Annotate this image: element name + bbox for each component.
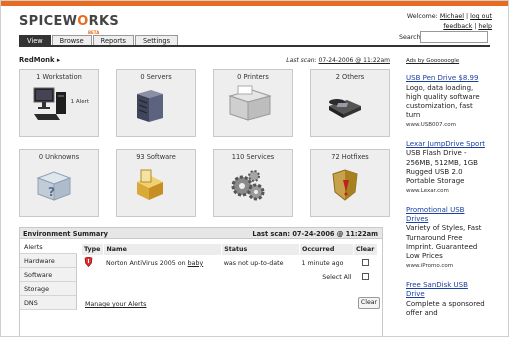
tile-workstation[interactable]: 1 Workstation 1 Alert — [19, 69, 99, 137]
ad-item: USB Pen Drive $8.99 Logo, data loading, … — [406, 74, 486, 130]
sidebar-item-alerts[interactable]: Alerts — [20, 240, 77, 254]
tab-browse[interactable]: Browse — [51, 35, 92, 45]
user-name-link[interactable]: Michael — [440, 13, 464, 20]
alert-clear-cell — [353, 255, 377, 271]
col-type: Type — [82, 244, 105, 255]
help-link[interactable]: help — [478, 23, 492, 30]
gears-icon — [231, 170, 265, 201]
ad-title[interactable]: Promotional USB Drives — [406, 206, 486, 225]
last-scan-link[interactable]: 07-24-2006 @ 11:22am — [319, 57, 391, 64]
shield-icon — [332, 169, 358, 201]
search-input[interactable] — [420, 31, 488, 43]
ads-header[interactable]: Ads by Goooooogle — [406, 57, 486, 66]
alerts-table: Type Name Status Occurred Clear Norton A… — [82, 244, 379, 284]
select-all-label: Select All — [322, 274, 352, 281]
breadcrumb[interactable]: RedMonk ▸ — [19, 56, 60, 64]
tile-software[interactable]: 93 Software — [116, 149, 196, 217]
printer-icon — [228, 85, 272, 121]
alert-device-link[interactable]: baby — [188, 260, 204, 267]
col-status: Status — [221, 244, 301, 255]
tab-underline — [19, 45, 490, 47]
ad-body: USB Flash Drive - 256MB, 512MB, 1GB Rugg… — [406, 149, 478, 186]
tab-view[interactable]: View — [19, 35, 51, 45]
alert-shield-icon — [84, 256, 93, 267]
tile-unknowns[interactable]: 0 Unknowns ? — [19, 149, 99, 217]
sidebar-item-software[interactable]: Software — [20, 268, 77, 282]
tile-servers[interactable]: 0 Servers — [116, 69, 196, 137]
unknown-box-icon: ? — [36, 171, 72, 201]
tab-reports[interactable]: Reports — [92, 35, 134, 45]
sidebar-item-storage[interactable]: Storage — [20, 282, 77, 296]
col-occurred: Occurred — [299, 244, 354, 255]
workstation-icon — [33, 87, 66, 120]
env-title: Environment Summary — [23, 230, 108, 238]
select-all-row: Select All — [82, 271, 378, 284]
feedback-link[interactable]: feedback — [443, 23, 472, 30]
tile-others[interactable]: 2 Others — [310, 69, 390, 137]
env-sidebar: Alerts Hardware Software Storage DNS — [20, 240, 77, 310]
clear-button[interactable]: Clear — [358, 297, 380, 309]
welcome-label: Welcome: — [406, 13, 438, 20]
main-tabs: View Browse Reports Settings — [19, 35, 179, 45]
last-scan: Last scan: 07-24-2006 @ 11:22am — [286, 57, 390, 64]
spiceworks-logo[interactable]: SPICEWORKS BETA — [19, 14, 119, 35]
ad-item: Lexar JumpDrive Sport USB Flash Drive - … — [406, 140, 486, 196]
spiceworks-window: SPICEWORKS BETA Welcome: Michael | log ou… — [0, 0, 509, 337]
tab-settings[interactable]: Settings — [134, 35, 179, 45]
server-icon — [137, 90, 163, 122]
svg-text:?: ? — [48, 185, 55, 199]
alert-name: Norton AntiVirus 2005 on baby — [105, 259, 204, 267]
tile-printers[interactable]: 0 Printers — [213, 69, 293, 137]
sidebar-item-hardware[interactable]: Hardware — [20, 254, 77, 268]
top-accent-bar — [1, 1, 508, 6]
ad-body: Logo, data loading, high quality softwar… — [406, 83, 480, 120]
alert-occurred: 1 minute ago — [301, 259, 344, 267]
clear-checkbox[interactable] — [361, 258, 369, 266]
sidebar-item-dns[interactable]: DNS — [20, 296, 77, 310]
ad-body: Variety of Styles, Fast Turnaround Free … — [406, 224, 482, 261]
phone-icon — [329, 99, 361, 118]
manage-alerts-link[interactable]: Manage your Alerts — [85, 301, 146, 308]
logout-link[interactable]: log out — [470, 13, 492, 20]
env-header: Environment Summary Last scan: 07-24-200… — [20, 228, 382, 239]
tile-hotfixes[interactable]: 72 Hotfixes — [310, 149, 390, 217]
ad-url[interactable]: www.USB007.com — [406, 121, 486, 130]
ad-item: Promotional USB Drives Variety of Styles… — [406, 206, 486, 271]
alerts-table-wrap: Type Name Status Occurred Clear Norton A… — [82, 244, 379, 284]
user-box: Welcome: Michael | log out feedback | he… — [406, 13, 492, 30]
environment-summary-panel: Environment Summary Last scan: 07-24-200… — [19, 227, 383, 336]
alert-status: was not up-to-date — [223, 259, 284, 267]
col-name: Name — [103, 244, 223, 255]
ad-title[interactable]: Free SanDisk USB Drive — [406, 281, 486, 300]
ad-title[interactable]: USB Pen Drive $8.99 — [406, 74, 486, 83]
select-all-checkbox[interactable] — [361, 273, 369, 280]
ad-title[interactable]: Lexar JumpDrive Sport — [406, 140, 486, 149]
alert-type-cell — [82, 255, 104, 271]
ad-item: Free SanDisk USB Drive Complete a sponso… — [406, 281, 486, 318]
table-row: Norton AntiVirus 2005 on baby was not up… — [82, 255, 378, 271]
ad-url[interactable]: www.Lexar.com — [406, 187, 486, 196]
tile-services[interactable]: 110 Services — [213, 149, 293, 217]
ads-column: Ads by Goooooogle USB Pen Drive $8.99 Lo… — [406, 57, 486, 328]
env-last-scan: Last scan: 07-24-2006 @ 11:22am — [252, 230, 378, 238]
software-icon — [137, 169, 163, 200]
col-clear: Clear — [353, 244, 379, 255]
ad-body: Complete a sponsored offer and — [406, 299, 485, 317]
ad-url[interactable]: www.iPromo.com — [406, 262, 486, 271]
